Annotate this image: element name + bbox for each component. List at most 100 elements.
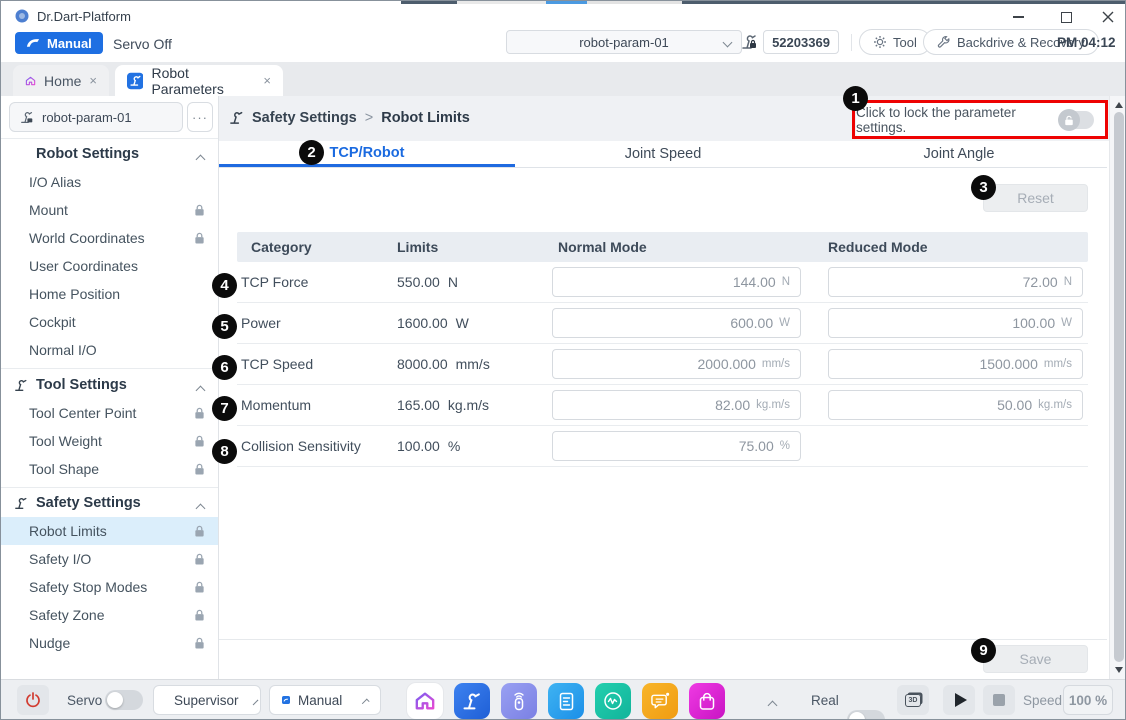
chevron-down-icon bbox=[723, 38, 733, 48]
sidebar-item-mount[interactable]: Mount bbox=[1, 196, 218, 224]
minimize-button[interactable] bbox=[1003, 6, 1033, 28]
annotation-highlight-rect bbox=[852, 100, 1108, 139]
save-button[interactable]: Save bbox=[983, 645, 1088, 673]
play-icon bbox=[955, 693, 967, 707]
stop-icon bbox=[993, 694, 1005, 706]
simulator-3d-button[interactable]: 3D bbox=[897, 685, 929, 715]
normal-mode-input[interactable]: 2000.000mm/s bbox=[552, 349, 801, 379]
sidebar-item-home-position[interactable]: Home Position bbox=[1, 280, 218, 308]
power-icon bbox=[25, 692, 41, 708]
sidebar-section-robot-settings[interactable]: Robot Settings bbox=[1, 140, 218, 168]
param-file-select[interactable]: robot-param-01 bbox=[506, 30, 742, 54]
sidebar-item-io-alias[interactable]: I/O Alias bbox=[1, 168, 218, 196]
tab-tcp-robot[interactable]: TCP/Robot bbox=[219, 141, 515, 167]
scroll-down-icon[interactable] bbox=[1115, 667, 1123, 673]
chevron-up-icon bbox=[362, 698, 370, 706]
tab-joint-angle[interactable]: Joint Angle bbox=[811, 141, 1107, 167]
manual-mode-icon bbox=[282, 691, 290, 709]
sidebar-item-robot-limits[interactable]: Robot Limits bbox=[1, 517, 218, 545]
robot-parameters-app-icon bbox=[462, 692, 482, 711]
sidebar-item-safety-stop-modes[interactable]: Safety Stop Modes bbox=[1, 573, 218, 601]
dock-app-remote-control[interactable] bbox=[501, 683, 537, 719]
close-icon bbox=[1102, 11, 1114, 23]
dock-app-store[interactable] bbox=[689, 683, 725, 719]
lock-icon bbox=[194, 553, 205, 565]
lock-icon bbox=[194, 525, 205, 537]
tab-home[interactable]: Home × bbox=[13, 65, 109, 96]
dock-app-robot-parameters[interactable] bbox=[454, 683, 490, 719]
dock-expand-icon[interactable] bbox=[768, 701, 778, 711]
tab-close-icon[interactable]: × bbox=[89, 74, 97, 87]
stop-button[interactable] bbox=[983, 685, 1015, 715]
dock-app-task-editor[interactable] bbox=[548, 683, 584, 719]
operation-mode-select[interactable]: Manual bbox=[269, 685, 381, 715]
chevron-up-icon bbox=[196, 386, 206, 396]
breadcrumb-separator: > bbox=[365, 110, 373, 126]
maximize-button[interactable] bbox=[1051, 6, 1081, 28]
manual-mode-icon bbox=[26, 37, 41, 49]
power-button[interactable] bbox=[17, 685, 49, 715]
reduced-mode-input[interactable]: 1500.000mm/s bbox=[828, 349, 1083, 379]
servo-toggle[interactable] bbox=[105, 690, 143, 710]
sidebar-param-header[interactable]: robot-param-01 bbox=[9, 102, 183, 132]
minimize-icon bbox=[1013, 16, 1024, 18]
normal-mode-input[interactable]: 75.00% bbox=[552, 431, 801, 461]
gear-icon bbox=[873, 35, 887, 49]
annotation-badge-3: 3 bbox=[971, 175, 996, 200]
tool-button[interactable]: Tool bbox=[859, 29, 931, 55]
reduced-mode-input[interactable]: 50.00kg.m/s bbox=[828, 390, 1083, 420]
robot-icon bbox=[14, 497, 28, 510]
normal-mode-input[interactable]: 144.00N bbox=[552, 267, 801, 297]
annotation-badge-7: 7 bbox=[212, 396, 237, 421]
tab-close-icon[interactable]: × bbox=[263, 74, 271, 87]
play-button[interactable] bbox=[943, 685, 975, 715]
remote-control-app-icon bbox=[509, 690, 529, 712]
lock-icon bbox=[194, 204, 205, 216]
app-window: Dr.Dart-Platform Manual Servo Off robot-… bbox=[0, 0, 1126, 720]
sidebar-item-normal-io[interactable]: Normal I/O bbox=[1, 336, 218, 364]
sidebar-item-safety-zone[interactable]: Safety Zone bbox=[1, 601, 218, 629]
reduced-mode-input[interactable]: 72.00N bbox=[828, 267, 1083, 297]
breadcrumb-section[interactable]: Safety Settings bbox=[252, 110, 357, 126]
sidebar-item-safety-io[interactable]: Safety I/O bbox=[1, 545, 218, 573]
vertical-scrollbar[interactable] bbox=[1109, 96, 1126, 679]
divider bbox=[219, 639, 1107, 640]
clock-time: PM 04:12 bbox=[1057, 35, 1116, 50]
speed-value[interactable]: 100 % bbox=[1063, 685, 1113, 715]
dock-app-messages[interactable] bbox=[642, 683, 678, 719]
table-row-power: Power 1600.00W 600.00W 100.00W bbox=[237, 303, 1088, 344]
maximize-icon bbox=[1061, 12, 1072, 23]
real-mode-toggle[interactable] bbox=[847, 710, 885, 720]
close-button[interactable] bbox=[1093, 6, 1123, 28]
servo-status-text: Servo Off bbox=[113, 36, 172, 52]
dock-app-home[interactable] bbox=[407, 683, 443, 719]
dock-app-status-monitor[interactable] bbox=[595, 683, 631, 719]
reduced-mode-input[interactable]: 100.00W bbox=[828, 308, 1083, 338]
normal-mode-input[interactable]: 82.00kg.m/s bbox=[552, 390, 801, 420]
tabstrip: Home × Robot Parameters × bbox=[1, 62, 1125, 96]
reset-button[interactable]: Reset bbox=[983, 184, 1088, 212]
sidebar-section-tool-settings[interactable]: Tool Settings bbox=[1, 371, 218, 399]
scrollbar-thumb[interactable] bbox=[1114, 112, 1124, 662]
sidebar-item-tool-shape[interactable]: Tool Shape bbox=[1, 455, 218, 483]
sidebar-item-user-coordinates[interactable]: User Coordinates bbox=[1, 252, 218, 280]
sidebar-item-cockpit[interactable]: Cockpit bbox=[1, 308, 218, 336]
scroll-up-icon[interactable] bbox=[1115, 102, 1123, 108]
sidebar-item-tool-weight[interactable]: Tool Weight bbox=[1, 427, 218, 455]
normal-mode-input[interactable]: 600.00W bbox=[552, 308, 801, 338]
sidebar-more-button[interactable]: ··· bbox=[187, 102, 213, 132]
sidebar-item-tool-center-point[interactable]: Tool Center Point bbox=[1, 399, 218, 427]
robot-serial-number[interactable]: 52203369 bbox=[763, 30, 839, 54]
sidebar-section-safety-settings[interactable]: Safety Settings bbox=[1, 489, 218, 517]
robot-icon bbox=[14, 148, 28, 161]
sidebar-item-nudge[interactable]: Nudge bbox=[1, 629, 218, 657]
tab-robot-parameters[interactable]: Robot Parameters × bbox=[115, 65, 283, 96]
tab-joint-speed[interactable]: Joint Speed bbox=[515, 141, 811, 167]
manual-mode-button[interactable]: Manual bbox=[15, 32, 103, 54]
status-monitor-app-icon bbox=[602, 690, 624, 712]
sidebar-item-world-coordinates[interactable]: World Coordinates bbox=[1, 224, 218, 252]
breadcrumb-page: Robot Limits bbox=[381, 110, 470, 126]
table-row-collision-sensitivity: Collision Sensitivity 100.00% 75.00% bbox=[237, 426, 1088, 467]
user-role-select[interactable]: Supervisor bbox=[153, 685, 261, 715]
chevron-up-icon bbox=[252, 699, 258, 705]
